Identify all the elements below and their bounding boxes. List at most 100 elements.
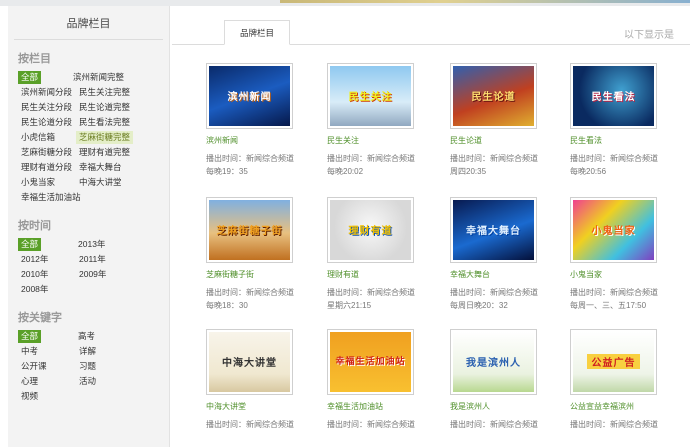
program-card[interactable]: 民生关注 民生关注 播出时间：新闻综合频道 每晚20:02	[327, 63, 427, 178]
program-schedule: 每晚20:02	[327, 167, 364, 176]
program-thumbnail[interactable]: 芝麻街糖子街	[206, 197, 293, 263]
filter-all-keywords[interactable]: 全部	[18, 330, 42, 343]
thumbnail-logo: 民生关注	[348, 92, 393, 103]
filter-kw-video[interactable]: 视频	[18, 390, 76, 403]
program-name-link[interactable]: 公益宣益幸福滨州	[570, 401, 670, 413]
program-name-link[interactable]: 幸福大舞台	[450, 269, 550, 281]
thumbnail-logo: 公益广告	[587, 354, 640, 369]
program-card[interactable]: 民生看法 民生看法 播出时间：新闻综合频道 每晚20:56	[570, 63, 670, 178]
column-filter-list: 全部 滨州新闻完整 滨州新闻分段 民生关注完整 民生关注分段 民生论道完整 民生论道分…	[8, 70, 169, 205]
thumbnail-logo: 幸福生活加油站	[335, 356, 406, 366]
filter-binzhou-news-full[interactable]: 滨州新闻完整	[70, 71, 127, 84]
thumbnail-logo: 滨州新闻	[227, 92, 272, 103]
program-thumbnail[interactable]: 幸福大舞台	[450, 197, 537, 263]
section-heading-by-time: 按时间	[18, 220, 51, 232]
program-schedule: 每周一、三、五17:50	[570, 301, 647, 310]
thumbnail-logo: 幸福大舞台	[466, 226, 521, 237]
filter-zhonghai-lecture[interactable]: 中海大讲堂	[76, 176, 125, 189]
program-name-link[interactable]: 小鬼当家	[570, 269, 670, 281]
filter-minsheng-focus-full[interactable]: 民生关注完整	[76, 86, 133, 99]
sidebar-title: 品牌栏目	[14, 6, 163, 40]
filter-kw-explain[interactable]: 详解	[76, 345, 99, 358]
sidebar: 品牌栏目 按栏目 全部 滨州新闻完整 滨州新闻分段 民生关注完整 民生关注分段 民生论…	[8, 6, 170, 447]
program-card[interactable]: 理财有道 理财有道 播出时间：新闻综合频道 星期六21:15	[327, 197, 427, 312]
filter-kw-open-class[interactable]: 公开课	[18, 360, 76, 373]
tab-brand-columns[interactable]: 品牌栏目	[224, 20, 290, 45]
program-thumbnail[interactable]: 民生论道	[450, 63, 537, 129]
filter-kw-activity[interactable]: 活动	[76, 375, 99, 388]
program-airtime: 播出时间：新闻综合频道	[450, 154, 538, 163]
program-schedule: 周四20:35	[450, 167, 487, 176]
filter-kw-exercise[interactable]: 习题	[76, 360, 99, 373]
thumbnail-logo: 民生论道	[471, 92, 516, 103]
filter-all-years[interactable]: 全部	[18, 238, 42, 251]
program-thumbnail[interactable]: 滨州新闻	[206, 63, 293, 129]
program-airtime: 播出时间：新闻综合频道	[450, 288, 538, 297]
program-card[interactable]: 我是滨州人 我是滨州人 播出时间：新闻综合频道	[450, 329, 550, 431]
program-card[interactable]: 幸福生活加油站 幸福生活加油站 播出时间：新闻综合频道	[327, 329, 427, 431]
filter-xiaogui[interactable]: 小鬼当家	[18, 176, 76, 189]
program-name-link[interactable]: 民生论道	[450, 135, 550, 147]
thumbnail-logo: 中海大讲堂	[222, 358, 277, 369]
program-thumbnail[interactable]: 中海大讲堂	[206, 329, 293, 395]
program-name-link[interactable]: 理财有道	[327, 269, 427, 281]
top-accent-strip	[280, 0, 690, 3]
program-card[interactable]: 芝麻街糖子街 芝麻街糖子街 播出时间：新闻综合频道 每晚18：30	[206, 197, 306, 312]
program-card[interactable]: 小鬼当家 小鬼当家 播出时间：新闻综合频道 每周一、三、五17:50	[570, 197, 670, 312]
program-name-link[interactable]: 我是滨州人	[450, 401, 550, 413]
thumbnail-logo: 我是滨州人	[466, 358, 521, 369]
program-thumbnail[interactable]: 民生看法	[570, 63, 657, 129]
program-name-link[interactable]: 民生关注	[327, 135, 427, 147]
filter-year-2010[interactable]: 2010年	[18, 268, 76, 281]
filter-minsheng-lundao-seg[interactable]: 民生论道分段	[18, 116, 76, 129]
program-name-link[interactable]: 民生看法	[570, 135, 670, 147]
program-airtime: 播出时间：新闻综合频道	[206, 288, 294, 297]
filter-year-2011[interactable]: 2011年	[76, 253, 109, 266]
program-name-link[interactable]: 滨州新闻	[206, 135, 306, 147]
filter-year-2012[interactable]: 2012年	[18, 253, 76, 266]
filter-minsheng-focus-seg[interactable]: 民生关注分段	[18, 101, 76, 114]
filter-licai-seg[interactable]: 理财有道分段	[18, 161, 76, 174]
filter-all-columns[interactable]: 全部	[18, 71, 42, 84]
thumbnail-logo: 理财有道	[348, 226, 393, 237]
program-thumbnail[interactable]: 小鬼当家	[570, 197, 657, 263]
program-airtime: 播出时间：新闻综合频道	[570, 420, 658, 429]
filter-zhima-full[interactable]: 芝麻街糖完整	[76, 131, 134, 144]
program-card[interactable]: 滨州新闻 滨州新闻 播出时间：新闻综合频道 每晚19：35	[206, 63, 306, 178]
program-thumbnail[interactable]: 公益广告	[570, 329, 657, 395]
program-card[interactable]: 民生论道 民生论道 播出时间：新闻综合频道 周四20:35	[450, 63, 550, 178]
program-thumbnail[interactable]: 我是滨州人	[450, 329, 537, 395]
filter-kw-zhongkao[interactable]: 中考	[18, 345, 76, 358]
filter-zhima-seg[interactable]: 芝麻街糖分段	[18, 146, 76, 159]
filter-licai-full[interactable]: 理财有道完整	[76, 146, 133, 159]
program-card[interactable]: 公益广告 公益宣益幸福滨州 播出时间：新闻综合频道	[570, 329, 670, 431]
program-airtime: 播出时间：新闻综合频道	[327, 288, 415, 297]
filter-minsheng-lundao-full[interactable]: 民生论道完整	[76, 101, 133, 114]
program-card[interactable]: 中海大讲堂 中海大讲堂 播出时间：新闻综合频道	[206, 329, 306, 431]
program-airtime: 播出时间：新闻综合频道	[570, 154, 658, 163]
filter-year-2008[interactable]: 2008年	[18, 283, 76, 296]
program-name-link[interactable]: 中海大讲堂	[206, 401, 306, 413]
program-airtime: 播出时间：新闻综合频道	[327, 420, 415, 429]
program-airtime: 播出时间：新闻综合频道	[206, 154, 294, 163]
filter-minsheng-view-full[interactable]: 民生看法完整	[76, 116, 133, 129]
program-schedule: 每晚19：35	[206, 167, 248, 176]
filter-year-2009[interactable]: 2009年	[76, 268, 109, 281]
program-card[interactable]: 幸福大舞台 幸福大舞台 播出时间：新闻综合频道 每周日晚20：32	[450, 197, 550, 312]
filter-happy-life-station[interactable]: 幸福生活加油站	[18, 191, 84, 204]
program-schedule: 每周日晚20：32	[450, 301, 508, 310]
filter-binzhou-news-seg[interactable]: 滨州新闻分段	[18, 86, 76, 99]
program-thumbnail[interactable]: 理财有道	[327, 197, 414, 263]
filter-kw-psychology[interactable]: 心理	[18, 375, 76, 388]
section-heading-by-keyword: 按关键字	[18, 312, 62, 324]
filter-kw-gaokao[interactable]: 高考	[75, 330, 98, 343]
program-thumbnail[interactable]: 幸福生活加油站	[327, 329, 414, 395]
program-airtime: 播出时间：新闻综合频道	[206, 420, 294, 429]
filter-xiaohu-mailbox[interactable]: 小虎信箱	[18, 131, 76, 144]
program-name-link[interactable]: 芝麻街糖子街	[206, 269, 306, 281]
program-thumbnail[interactable]: 民生关注	[327, 63, 414, 129]
filter-happy-stage[interactable]: 幸福大舞台	[76, 161, 125, 174]
program-name-link[interactable]: 幸福生活加油站	[327, 401, 427, 413]
program-airtime: 播出时间：新闻综合频道	[327, 154, 415, 163]
filter-year-2013[interactable]: 2013年	[75, 238, 108, 251]
